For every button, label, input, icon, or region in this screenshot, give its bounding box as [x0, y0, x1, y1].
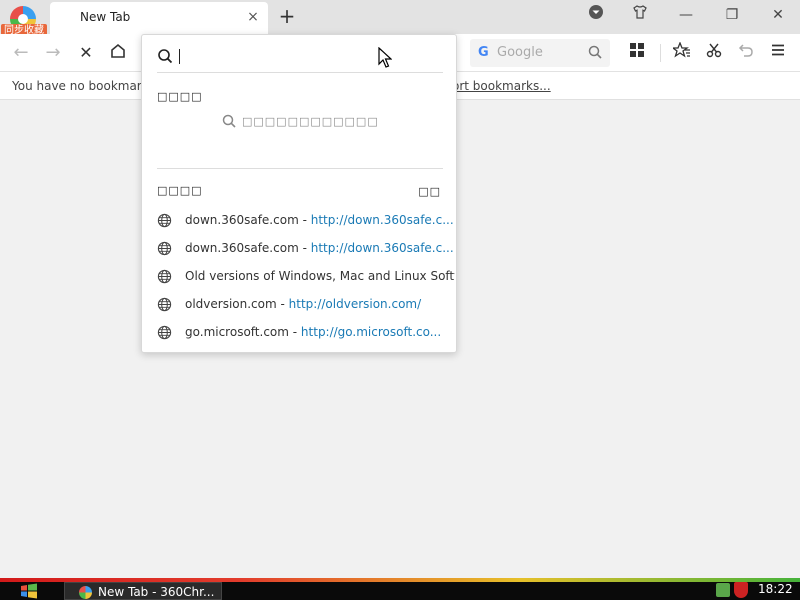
globe-icon: [157, 241, 172, 259]
globe-icon: [157, 269, 172, 287]
search-empty-message: □□□□□□□□□□□□: [222, 114, 379, 128]
tab-new-tab[interactable]: New Tab ×: [50, 2, 268, 34]
home-icon[interactable]: [107, 42, 129, 64]
globe-icon: [157, 325, 172, 343]
search-engine-placeholder: Google: [497, 45, 543, 60]
section-divider: [157, 168, 443, 169]
tab-close-icon[interactable]: ×: [246, 10, 260, 24]
screenshot-scissors-icon[interactable]: [703, 42, 725, 64]
undo-icon[interactable]: [735, 42, 757, 64]
suggestion-text: Old versions of Windows, Mac and Linux S…: [185, 269, 455, 283]
downloads-icon[interactable]: [584, 4, 608, 26]
magnifier-icon: [222, 114, 236, 128]
globe-icon: [157, 297, 172, 315]
taskbar-item-label: New Tab - 360Chr...: [98, 585, 215, 599]
toolbar-divider: [660, 44, 661, 62]
suggestion-item[interactable]: down.360safe.com - http://down.360safe.c…: [157, 237, 455, 261]
section-label-search: □□□□: [157, 90, 203, 103]
search-engine-box[interactable]: G Google: [470, 39, 610, 67]
search-icon[interactable]: [588, 45, 602, 62]
suggestion-text: go.microsoft.com - http://go.microsoft.c…: [185, 325, 442, 339]
import-bookmarks-link[interactable]: ort bookmarks...: [452, 79, 551, 93]
taskbar-item-browser[interactable]: New Tab - 360Chr...: [64, 582, 222, 600]
suggestion-item[interactable]: oldversion.com - http://oldversion.com/: [157, 293, 455, 317]
menu-icon[interactable]: [767, 42, 789, 64]
google-g-icon: G: [478, 45, 489, 60]
suggestion-text: down.360safe.com - http://down.360safe.c…: [185, 241, 454, 255]
close-window-button[interactable]: ✕: [766, 4, 790, 26]
favorites-star-icon[interactable]: [671, 41, 693, 64]
title-bar: 同步收藏 New Tab × + — ❐ ✕: [0, 0, 800, 38]
apps-grid-icon[interactable]: [626, 42, 648, 64]
restore-button[interactable]: ❐: [720, 4, 744, 26]
minimize-button[interactable]: —: [674, 4, 698, 26]
suggestion-item[interactable]: go.microsoft.com - http://go.microsoft.c…: [157, 321, 455, 345]
back-button[interactable]: ←: [10, 42, 32, 64]
mouse-cursor-icon: [378, 46, 393, 72]
taskbar: New Tab - 360Chr... 18:22: [0, 578, 800, 600]
forward-button[interactable]: →: [42, 42, 64, 64]
empty-message-text: □□□□□□□□□□□□: [242, 115, 379, 128]
clock: 18:22: [758, 582, 793, 596]
address-suggestion-dropdown: □□□□ □□□□□□□□□□□□ □□□□ □□ down.360safe.c…: [141, 34, 457, 353]
suggestion-text: down.360safe.com - http://down.360safe.c…: [185, 213, 454, 227]
stop-button[interactable]: ✕: [75, 42, 97, 64]
suggestion-text: oldversion.com - http://oldversion.com/: [185, 297, 422, 311]
skin-shirt-icon[interactable]: [628, 4, 652, 26]
tab-title: New Tab: [80, 10, 131, 24]
globe-icon: [157, 213, 172, 231]
start-windows-icon[interactable]: [20, 583, 38, 599]
section-label-history: □□□□: [157, 184, 203, 197]
new-tab-button[interactable]: +: [278, 6, 296, 26]
network-tray-icon[interactable]: [716, 583, 730, 597]
suggestion-item[interactable]: down.360safe.com - http://down.360safe.c…: [157, 209, 455, 233]
text-caret: [179, 49, 180, 64]
security-shield-icon[interactable]: [734, 582, 748, 598]
suggestion-item[interactable]: Old versions of Windows, Mac and Linux S…: [157, 265, 455, 289]
no-bookmarks-text: You have no bookmarks: [12, 79, 155, 93]
search-icon: [157, 48, 173, 67]
history-clear-button[interactable]: □□: [418, 185, 441, 198]
browser-logo-icon: [79, 586, 92, 599]
address-input[interactable]: [157, 39, 443, 73]
